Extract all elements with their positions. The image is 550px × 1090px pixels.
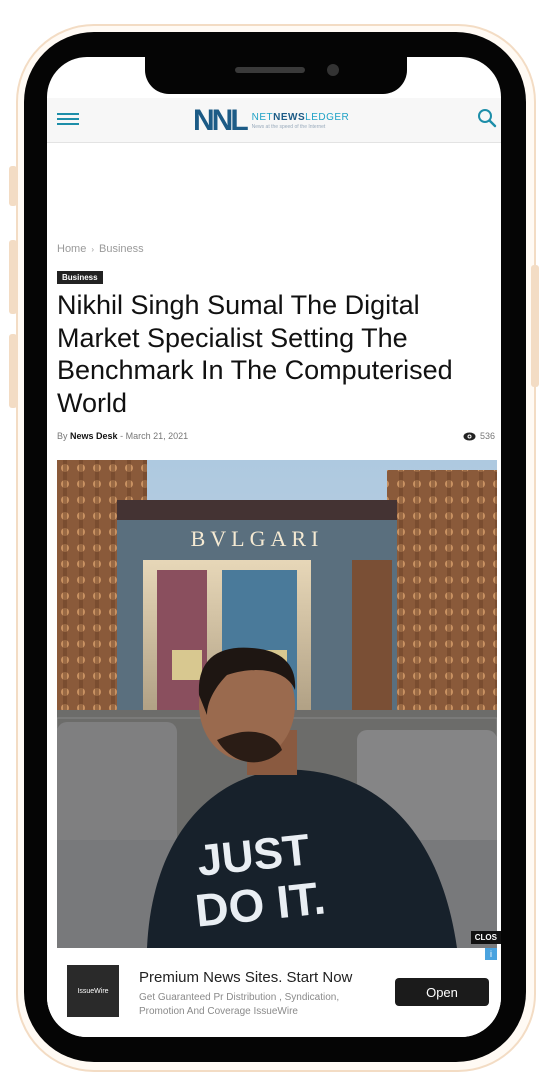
- ad-open-button[interactable]: Open: [395, 978, 489, 1006]
- menu-icon[interactable]: [57, 110, 79, 130]
- search-icon[interactable]: [477, 108, 497, 128]
- phone-notch: [145, 54, 407, 94]
- article-photo: BVLGARI JUST DO IT.: [57, 460, 497, 948]
- front-camera: [327, 64, 339, 76]
- publish-date: March 21, 2021: [125, 431, 189, 441]
- logo-name: NETNEWSLEDGER: [251, 112, 350, 123]
- ad-info-icon[interactable]: i: [485, 948, 497, 960]
- logo-mark: NNL: [193, 104, 249, 137]
- logo-tagline: News at the speed of the Internet: [251, 124, 326, 130]
- author-link[interactable]: News Desk: [70, 431, 118, 441]
- article-title: Nikhil Singh Sumal The Digital Market Sp…: [57, 290, 453, 418]
- ad-banner[interactable]: IssueWire Premium News Sites. Start Now …: [47, 953, 501, 1037]
- phone-screen: NNL NETNEWSLEDGER News at the speed of t…: [47, 57, 501, 1037]
- breadcrumb-home[interactable]: Home: [57, 243, 86, 255]
- site-header: NNL NETNEWSLEDGER News at the speed of t…: [47, 98, 501, 143]
- power-button: [531, 265, 539, 387]
- meta-dash: -: [120, 431, 124, 441]
- ad-description: Get Guaranteed Pr Distribution , Syndica…: [139, 992, 340, 1017]
- site-logo[interactable]: NNL NETNEWSLEDGER News at the speed of t…: [193, 104, 349, 138]
- category-badge[interactable]: Business: [57, 271, 103, 284]
- side-button-2: [9, 240, 17, 314]
- view-count: 536: [463, 431, 495, 441]
- breadcrumb-current[interactable]: Business: [99, 243, 144, 255]
- eye-icon: [463, 432, 476, 440]
- ad-headline[interactable]: Premium News Sites. Start Now: [139, 969, 352, 986]
- breadcrumb-separator: ›: [91, 245, 95, 254]
- by-label: By: [57, 431, 68, 441]
- side-button-1: [9, 166, 17, 206]
- ad-close-button[interactable]: CLOS: [470, 931, 501, 944]
- store-sign-text: BVLGARI: [191, 526, 324, 551]
- logo-text: NETNEWSLEDGER News at the speed of the I…: [252, 112, 350, 130]
- breadcrumb: Home › Business: [57, 243, 144, 255]
- side-button-3: [9, 334, 17, 408]
- article-meta: By News Desk - March 21, 2021: [57, 431, 188, 441]
- ad-logo: IssueWire: [67, 965, 119, 1017]
- speaker-grille: [235, 67, 305, 73]
